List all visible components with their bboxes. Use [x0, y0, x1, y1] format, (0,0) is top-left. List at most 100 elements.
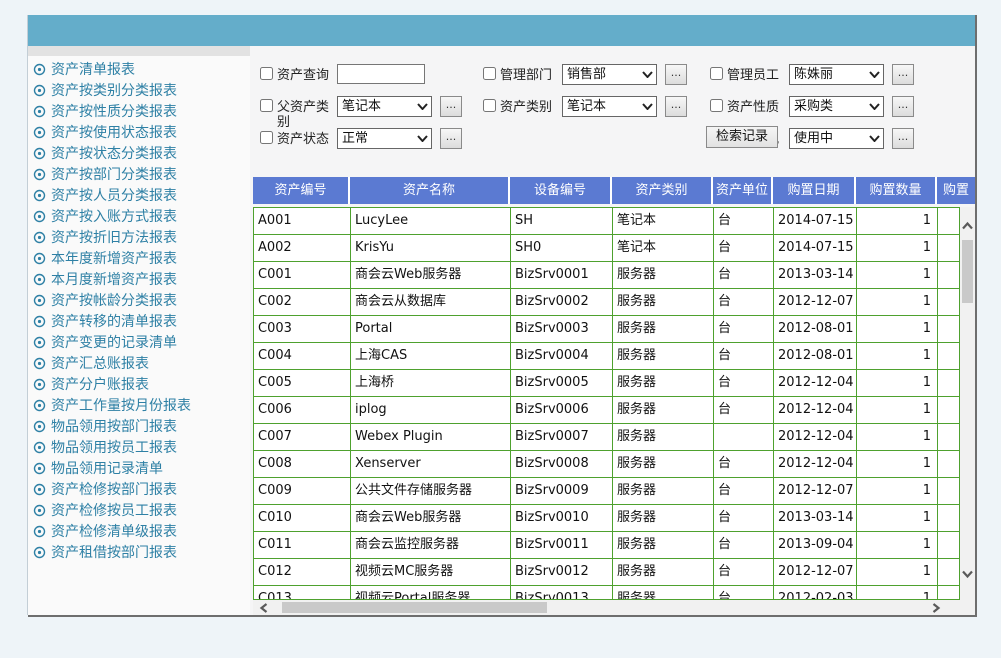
sidebar-item[interactable]: 资产转移的清单报表 — [28, 312, 250, 333]
table-cell: BizSrv0007 — [511, 424, 613, 450]
table-row[interactable]: C013视频云Portal服务器BizSrv0013服务器台2012-02-03… — [254, 586, 959, 600]
table-row[interactable]: C005上海桥BizSrv0005服务器台2012-12-041 — [254, 370, 959, 397]
asset-query-checkbox[interactable] — [260, 67, 273, 80]
sidebar-item[interactable]: 资产工作量按月份报表 — [28, 396, 250, 417]
table-horizontal-scrollbar[interactable] — [253, 600, 975, 615]
table-cell: 视频云Portal服务器 — [351, 586, 511, 600]
manage-employee-checkbox[interactable] — [710, 67, 723, 80]
chevron-down-icon — [417, 103, 428, 110]
asset-nature-checkbox[interactable] — [710, 99, 723, 112]
sidebar-item[interactable]: 资产按入账方式报表 — [28, 207, 250, 228]
asset-category-select[interactable]: 笔记本 — [562, 96, 657, 117]
scroll-left-icon[interactable] — [259, 602, 269, 614]
sidebar-item[interactable]: 资产检修按部门报表 — [28, 480, 250, 501]
table-row[interactable]: C008XenserverBizSrv0008服务器台2012-12-041 — [254, 451, 959, 478]
table-cell: C004 — [254, 343, 351, 369]
sidebar-item[interactable]: 资产按性质分类报表 — [28, 102, 250, 123]
table-cell: C001 — [254, 262, 351, 288]
table-header-row: 资产编号资产名称设备编号资产类别资产单位购置日期购置数量购置 — [253, 177, 975, 204]
table-cell: 服务器 — [613, 451, 714, 477]
table-cell: 台 — [714, 208, 774, 234]
table-row[interactable]: C011商会云监控服务器BizSrv0011服务器台2013-09-041 — [254, 532, 959, 559]
table-row[interactable]: C009公共文件存储服务器BizSrv0009服务器台2012-12-071 — [254, 478, 959, 505]
sidebar-item[interactable]: 资产检修清单级报表 — [28, 522, 250, 543]
asset-status-browse-button[interactable]: ... — [440, 128, 462, 149]
table-row[interactable]: C012视频云MC服务器BizSrv0012服务器台2012-12-071 — [254, 559, 959, 586]
table-vertical-scrollbar[interactable] — [960, 207, 975, 600]
parent-asset-category-checkbox[interactable] — [260, 99, 273, 112]
asset-query-input[interactable] — [337, 64, 425, 84]
column-header: 购置 — [937, 177, 975, 204]
scroll-down-icon[interactable] — [961, 569, 974, 579]
scroll-right-icon[interactable] — [931, 602, 941, 614]
table-row[interactable]: C001商会云Web服务器BizSrv0001服务器台2013-03-141 — [254, 262, 959, 289]
table-cell: C011 — [254, 532, 351, 558]
sidebar-item[interactable]: 资产按折旧方法报表 — [28, 228, 250, 249]
table-cell — [938, 505, 959, 531]
asset-status-select[interactable]: 正常 — [337, 128, 432, 149]
sidebar-item[interactable]: 本年度新增资产报表 — [28, 249, 250, 270]
table-cell: 台 — [714, 235, 774, 261]
table-row[interactable]: A001LucyLeeSH笔记本台2014-07-151 — [254, 208, 959, 235]
scroll-up-icon[interactable] — [961, 221, 974, 231]
manage-employee-select[interactable]: 陈姝丽 — [789, 64, 884, 85]
table-row[interactable]: C004上海CASBizSrv0004服务器台2012-08-011 — [254, 343, 959, 370]
table-cell: 1 — [857, 370, 938, 396]
vertical-scrollbar-thumb[interactable] — [962, 240, 973, 303]
horizontal-scrollbar-thumb[interactable] — [282, 602, 547, 613]
sidebar-item[interactable]: 物品领用按员工报表 — [28, 438, 250, 459]
bullet-circle-icon — [33, 419, 46, 432]
sidebar-item[interactable]: 资产按使用状态报表 — [28, 123, 250, 144]
table-row[interactable]: A002KrisYuSH0笔记本台2014-07-151 — [254, 235, 959, 262]
parent-asset-category-select[interactable]: 笔记本 — [337, 96, 432, 117]
table-cell: 台 — [714, 289, 774, 315]
sidebar-item-label: 资产租借按部门报表 — [51, 545, 177, 561]
asset-category-browse-button[interactable]: ... — [665, 96, 687, 117]
table-row[interactable]: C002商会云从数据库BizSrv0002服务器台2012-12-071 — [254, 289, 959, 316]
chevron-down-icon — [417, 135, 428, 142]
manage-dept-checkbox[interactable] — [483, 67, 496, 80]
asset-status-checkbox[interactable] — [260, 131, 273, 144]
sidebar-item[interactable]: 资产按类别分类报表 — [28, 81, 250, 102]
sidebar-item[interactable]: 资产按部门分类报表 — [28, 165, 250, 186]
sidebar-item[interactable]: 资产检修按员工报表 — [28, 501, 250, 522]
sidebar-item[interactable]: 物品领用记录清单 — [28, 459, 250, 480]
manage-dept-browse-button[interactable]: ... — [665, 64, 687, 85]
asset-nature-browse-button[interactable]: ... — [892, 96, 914, 117]
manage-employee-browse-button[interactable]: ... — [892, 64, 914, 85]
usage-status-browse-button[interactable]: ... — [892, 128, 914, 149]
sidebar-item[interactable]: 资产按状态分类报表 — [28, 144, 250, 165]
table-cell: BizSrv0004 — [511, 343, 613, 369]
table-cell: 2012-02-03 — [774, 586, 857, 600]
sidebar-item[interactable]: 资产分户账报表 — [28, 375, 250, 396]
bullet-circle-icon — [33, 251, 46, 264]
usage-status-select[interactable]: 使用中 — [789, 128, 884, 149]
parent-asset-category-browse-button[interactable]: ... — [440, 96, 462, 117]
table-cell: 台 — [714, 478, 774, 504]
sidebar-item[interactable]: 资产清单报表 — [28, 60, 250, 81]
bullet-circle-icon — [33, 167, 46, 180]
table-cell: Webex Plugin — [351, 424, 511, 450]
sidebar-item[interactable]: 资产变更的记录清单 — [28, 333, 250, 354]
table-cell: 服务器 — [613, 559, 714, 585]
asset-category-checkbox[interactable] — [483, 99, 496, 112]
manage-dept-select[interactable]: 销售部 — [562, 64, 657, 85]
table-row[interactable]: C006iplogBizSrv0006服务器台2012-12-041 — [254, 397, 959, 424]
sidebar-item[interactable]: 资产汇总账报表 — [28, 354, 250, 375]
window-border-bottom — [28, 615, 977, 617]
table-cell: 1 — [857, 559, 938, 585]
asset-nature-select[interactable]: 采购类 — [789, 96, 884, 117]
table-row[interactable]: C007Webex PluginBizSrv0007服务器2012-12-041 — [254, 424, 959, 451]
sidebar-item-label: 资产按部门分类报表 — [51, 167, 177, 183]
sidebar-item[interactable]: 物品领用按部门报表 — [28, 417, 250, 438]
sidebar-item[interactable]: 资产租借按部门报表 — [28, 543, 250, 564]
table-cell: 2014-07-15 — [774, 208, 857, 234]
table-row[interactable]: C003PortalBizSrv0003服务器台2012-08-011 — [254, 316, 959, 343]
sidebar-item[interactable]: 本月度新增资产报表 — [28, 270, 250, 291]
table-cell: KrisYu — [351, 235, 511, 261]
search-records-button[interactable]: 检索记录 — [706, 126, 778, 148]
table-row[interactable]: C010商会云Web服务器BizSrv0010服务器台2013-03-141 — [254, 505, 959, 532]
sidebar-item[interactable]: 资产按帐龄分类报表 — [28, 291, 250, 312]
table-cell: 2014-07-15 — [774, 235, 857, 261]
sidebar-item[interactable]: 资产按人员分类报表 — [28, 186, 250, 207]
